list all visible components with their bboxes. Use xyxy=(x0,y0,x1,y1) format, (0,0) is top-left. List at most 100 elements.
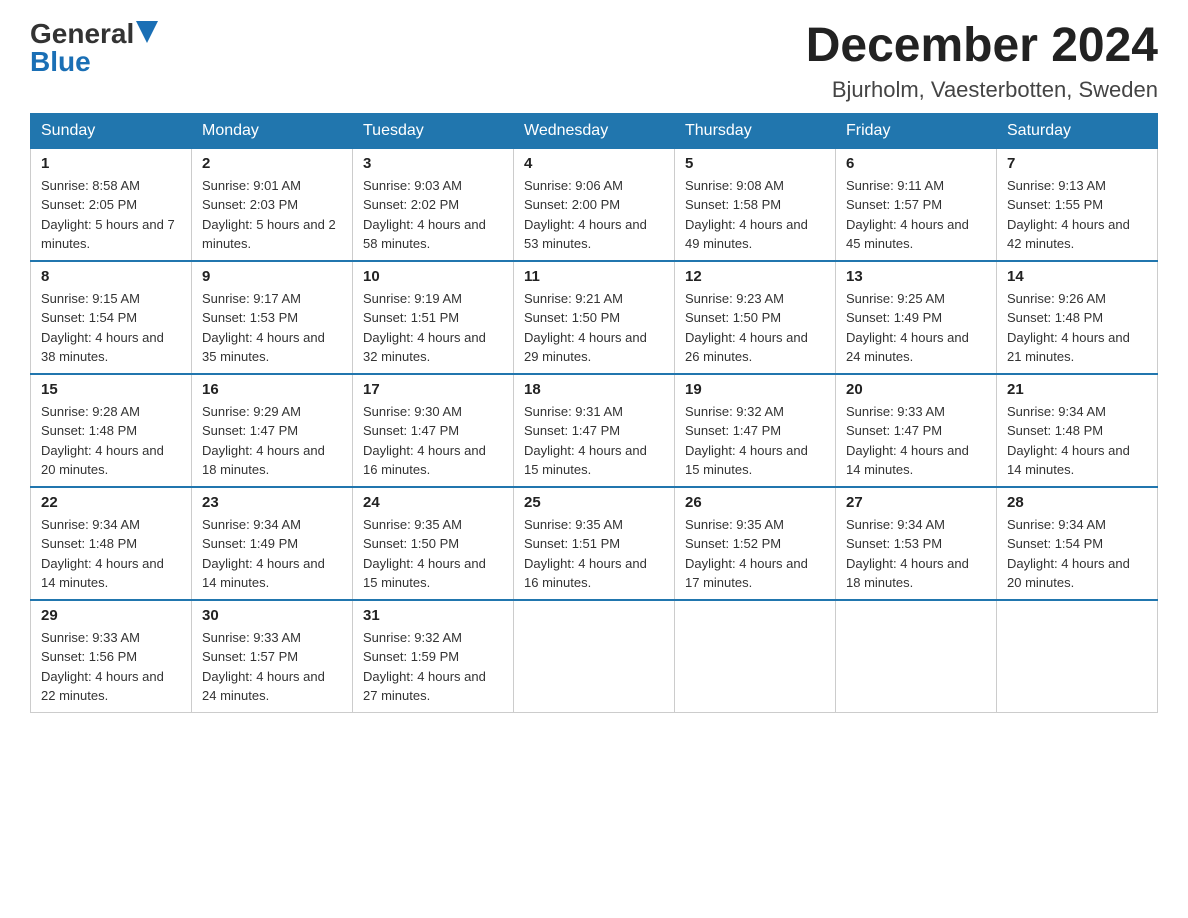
weekday-header-friday: Friday xyxy=(836,113,997,148)
day-number: 19 xyxy=(685,381,825,398)
calendar-cell: 6 Sunrise: 9:11 AMSunset: 1:57 PMDaylight… xyxy=(836,148,997,261)
day-info: Sunrise: 8:58 AMSunset: 2:05 PMDaylight:… xyxy=(41,176,181,254)
weekday-header-wednesday: Wednesday xyxy=(514,113,675,148)
calendar-cell xyxy=(514,600,675,713)
page-header: General Blue December 2024 Bjurholm, Vae… xyxy=(30,20,1158,103)
calendar-cell: 15 Sunrise: 9:28 AMSunset: 1:48 PMDayligh… xyxy=(31,374,192,487)
day-info: Sunrise: 9:06 AMSunset: 2:00 PMDaylight:… xyxy=(524,176,664,254)
calendar-week-row: 29 Sunrise: 9:33 AMSunset: 1:56 PMDayligh… xyxy=(31,600,1158,713)
calendar-cell: 13 Sunrise: 9:25 AMSunset: 1:49 PMDayligh… xyxy=(836,261,997,374)
day-number: 14 xyxy=(1007,268,1147,285)
location-subtitle: Bjurholm, Vaesterbotten, Sweden xyxy=(806,77,1158,103)
calendar-cell: 27 Sunrise: 9:34 AMSunset: 1:53 PMDayligh… xyxy=(836,487,997,600)
day-info: Sunrise: 9:34 AMSunset: 1:48 PMDaylight:… xyxy=(1007,402,1147,480)
day-number: 10 xyxy=(363,268,503,285)
calendar-cell xyxy=(836,600,997,713)
calendar-cell: 18 Sunrise: 9:31 AMSunset: 1:47 PMDayligh… xyxy=(514,374,675,487)
day-number: 30 xyxy=(202,607,342,624)
day-number: 29 xyxy=(41,607,181,624)
day-info: Sunrise: 9:08 AMSunset: 1:58 PMDaylight:… xyxy=(685,176,825,254)
weekday-header-sunday: Sunday xyxy=(31,113,192,148)
weekday-header-monday: Monday xyxy=(192,113,353,148)
calendar-header: SundayMondayTuesdayWednesdayThursdayFrid… xyxy=(31,113,1158,148)
calendar-cell: 12Sunrise: 9:23 AMSunset: 1:50 PMDayligh… xyxy=(675,261,836,374)
day-number: 3 xyxy=(363,155,503,172)
day-number: 1 xyxy=(41,155,181,172)
day-info: Sunrise: 9:17 AMSunset: 1:53 PMDaylight:… xyxy=(202,289,342,367)
calendar-cell: 17Sunrise: 9:30 AMSunset: 1:47 PMDayligh… xyxy=(353,374,514,487)
calendar-cell: 7 Sunrise: 9:13 AMSunset: 1:55 PMDaylight… xyxy=(997,148,1158,261)
calendar-cell: 20Sunrise: 9:33 AMSunset: 1:47 PMDayligh… xyxy=(836,374,997,487)
calendar-cell: 5 Sunrise: 9:08 AMSunset: 1:58 PMDaylight… xyxy=(675,148,836,261)
calendar-cell: 28Sunrise: 9:34 AMSunset: 1:54 PMDayligh… xyxy=(997,487,1158,600)
day-number: 13 xyxy=(846,268,986,285)
calendar-cell: 30Sunrise: 9:33 AMSunset: 1:57 PMDayligh… xyxy=(192,600,353,713)
calendar-cell: 3 Sunrise: 9:03 AMSunset: 2:02 PMDaylight… xyxy=(353,148,514,261)
day-number: 7 xyxy=(1007,155,1147,172)
day-number: 23 xyxy=(202,494,342,511)
day-number: 5 xyxy=(685,155,825,172)
calendar-cell: 26Sunrise: 9:35 AMSunset: 1:52 PMDayligh… xyxy=(675,487,836,600)
logo-general-text: General xyxy=(30,20,134,48)
calendar-week-row: 1 Sunrise: 8:58 AMSunset: 2:05 PMDaylight… xyxy=(31,148,1158,261)
calendar-cell: 19 Sunrise: 9:32 AMSunset: 1:47 PMDayligh… xyxy=(675,374,836,487)
day-info: Sunrise: 9:32 AMSunset: 1:47 PMDaylight:… xyxy=(685,402,825,480)
calendar-cell: 21 Sunrise: 9:34 AMSunset: 1:48 PMDayligh… xyxy=(997,374,1158,487)
day-info: Sunrise: 9:33 AMSunset: 1:56 PMDaylight:… xyxy=(41,628,181,706)
day-number: 11 xyxy=(524,268,664,285)
day-info: Sunrise: 9:03 AMSunset: 2:02 PMDaylight:… xyxy=(363,176,503,254)
calendar-cell: 11Sunrise: 9:21 AMSunset: 1:50 PMDayligh… xyxy=(514,261,675,374)
weekday-header-thursday: Thursday xyxy=(675,113,836,148)
calendar-table: SundayMondayTuesdayWednesdayThursdayFrid… xyxy=(30,113,1158,713)
day-info: Sunrise: 9:32 AMSunset: 1:59 PMDaylight:… xyxy=(363,628,503,706)
month-year-title: December 2024 xyxy=(806,20,1158,73)
calendar-cell: 25Sunrise: 9:35 AMSunset: 1:51 PMDayligh… xyxy=(514,487,675,600)
calendar-cell: 8Sunrise: 9:15 AMSunset: 1:54 PMDaylight… xyxy=(31,261,192,374)
weekday-header-saturday: Saturday xyxy=(997,113,1158,148)
day-number: 25 xyxy=(524,494,664,511)
day-info: Sunrise: 9:01 AMSunset: 2:03 PMDaylight:… xyxy=(202,176,342,254)
day-number: 4 xyxy=(524,155,664,172)
day-number: 24 xyxy=(363,494,503,511)
weekday-header-row: SundayMondayTuesdayWednesdayThursdayFrid… xyxy=(31,113,1158,148)
calendar-week-row: 22Sunrise: 9:34 AMSunset: 1:48 PMDayligh… xyxy=(31,487,1158,600)
calendar-cell: 10 Sunrise: 9:19 AMSunset: 1:51 PMDayligh… xyxy=(353,261,514,374)
day-number: 21 xyxy=(1007,381,1147,398)
day-info: Sunrise: 9:19 AMSunset: 1:51 PMDaylight:… xyxy=(363,289,503,367)
calendar-week-row: 8Sunrise: 9:15 AMSunset: 1:54 PMDaylight… xyxy=(31,261,1158,374)
day-info: Sunrise: 9:34 AMSunset: 1:53 PMDaylight:… xyxy=(846,515,986,593)
calendar-cell: 14 Sunrise: 9:26 AMSunset: 1:48 PMDayligh… xyxy=(997,261,1158,374)
day-info: Sunrise: 9:11 AMSunset: 1:57 PMDaylight:… xyxy=(846,176,986,254)
calendar-cell: 1 Sunrise: 8:58 AMSunset: 2:05 PMDaylight… xyxy=(31,148,192,261)
day-number: 16 xyxy=(202,381,342,398)
day-info: Sunrise: 9:26 AMSunset: 1:48 PMDaylight:… xyxy=(1007,289,1147,367)
day-number: 26 xyxy=(685,494,825,511)
day-info: Sunrise: 9:25 AMSunset: 1:49 PMDaylight:… xyxy=(846,289,986,367)
weekday-header-tuesday: Tuesday xyxy=(353,113,514,148)
day-info: Sunrise: 9:31 AMSunset: 1:47 PMDaylight:… xyxy=(524,402,664,480)
day-info: Sunrise: 9:28 AMSunset: 1:48 PMDaylight:… xyxy=(41,402,181,480)
logo: General Blue xyxy=(30,20,158,76)
day-number: 18 xyxy=(524,381,664,398)
day-number: 22 xyxy=(41,494,181,511)
day-number: 17 xyxy=(363,381,503,398)
calendar-week-row: 15 Sunrise: 9:28 AMSunset: 1:48 PMDayligh… xyxy=(31,374,1158,487)
day-info: Sunrise: 9:15 AMSunset: 1:54 PMDaylight:… xyxy=(41,289,181,367)
title-section: December 2024 Bjurholm, Vaesterbotten, S… xyxy=(806,20,1158,103)
day-number: 27 xyxy=(846,494,986,511)
day-number: 15 xyxy=(41,381,181,398)
day-number: 2 xyxy=(202,155,342,172)
calendar-cell: 16 Sunrise: 9:29 AMSunset: 1:47 PMDayligh… xyxy=(192,374,353,487)
calendar-cell: 22Sunrise: 9:34 AMSunset: 1:48 PMDayligh… xyxy=(31,487,192,600)
calendar-cell: 31 Sunrise: 9:32 AMSunset: 1:59 PMDayligh… xyxy=(353,600,514,713)
day-number: 9 xyxy=(202,268,342,285)
calendar-cell: 23Sunrise: 9:34 AMSunset: 1:49 PMDayligh… xyxy=(192,487,353,600)
calendar-body: 1 Sunrise: 8:58 AMSunset: 2:05 PMDaylight… xyxy=(31,148,1158,712)
day-info: Sunrise: 9:29 AMSunset: 1:47 PMDaylight:… xyxy=(202,402,342,480)
calendar-cell xyxy=(675,600,836,713)
day-number: 31 xyxy=(363,607,503,624)
day-number: 6 xyxy=(846,155,986,172)
day-info: Sunrise: 9:13 AMSunset: 1:55 PMDaylight:… xyxy=(1007,176,1147,254)
calendar-cell xyxy=(997,600,1158,713)
logo-arrow-icon xyxy=(136,21,158,43)
